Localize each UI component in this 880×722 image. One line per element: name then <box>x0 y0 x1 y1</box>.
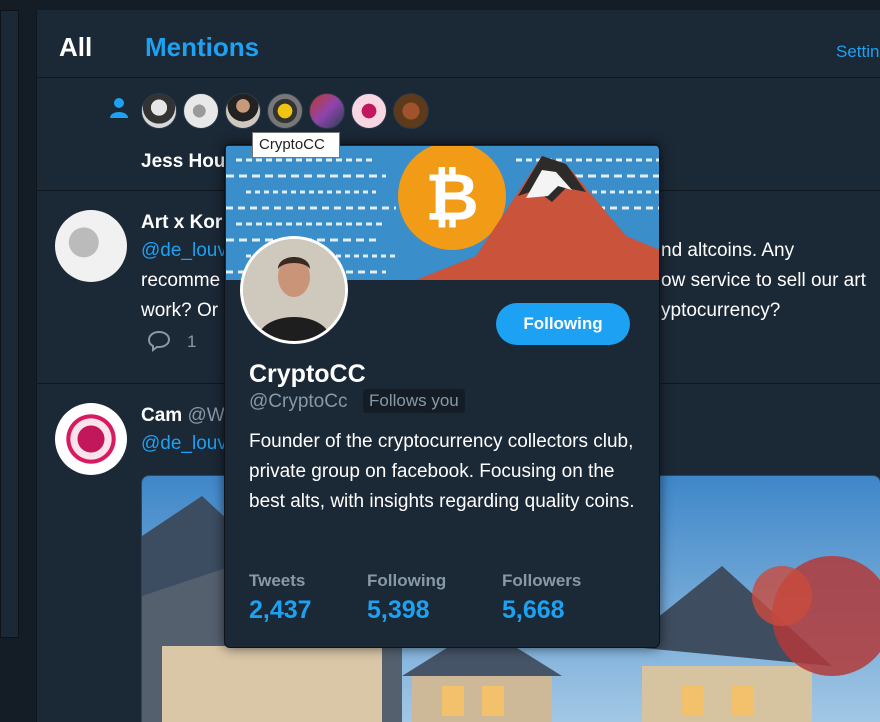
avatar[interactable] <box>309 93 345 129</box>
reply-icon[interactable] <box>147 330 171 352</box>
profile-handle[interactable]: @CryptoCc <box>249 391 347 413</box>
stat-label: Followers <box>502 571 582 590</box>
tweet-mention[interactable]: @de_louv <box>141 433 227 455</box>
tweet-text: recomme <box>141 270 221 291</box>
tab-mentions[interactable]: Mentions <box>145 32 259 63</box>
tab-all[interactable]: All <box>59 32 92 63</box>
avatar[interactable] <box>225 93 261 129</box>
reply-count: 1 <box>187 332 197 351</box>
follows-you-badge: Follows you <box>363 389 465 413</box>
stat-tweets[interactable]: Tweets 2,437 <box>249 571 312 625</box>
profile-bio: Founder of the cryptocurrency collectors… <box>249 431 635 512</box>
avatar[interactable] <box>55 403 127 475</box>
tweet-author-name[interactable]: Art x Kor <box>141 212 222 234</box>
stat-value: 5,398 <box>367 596 430 624</box>
stat-following[interactable]: Following 5,398 <box>367 571 446 625</box>
stat-value: 5,668 <box>502 596 565 624</box>
stat-label: Tweets <box>249 571 306 590</box>
svg-text:₿: ₿ <box>425 159 479 236</box>
settings-link[interactable]: Settin <box>836 42 879 62</box>
activity-user-name[interactable]: Jess Hou <box>141 151 225 173</box>
tweet-author-name[interactable]: Cam @W <box>141 405 225 427</box>
avatar[interactable] <box>267 93 303 129</box>
tweet-text: nd altcoins. Any <box>661 240 795 261</box>
profile-name[interactable]: CryptoCC <box>249 360 366 389</box>
profile-avatar[interactable] <box>240 236 348 344</box>
avatar[interactable] <box>55 210 127 282</box>
column-header: All Mentions Settin <box>37 10 880 78</box>
tweet-mention[interactable]: @de_louv <box>141 240 227 262</box>
tweet-text: yptocurrency? <box>661 300 781 321</box>
avatar[interactable] <box>141 93 177 129</box>
avatar[interactable] <box>393 93 429 129</box>
stat-value: 2,437 <box>249 596 312 624</box>
tweet-author-handle: @W <box>187 405 225 426</box>
following-button[interactable]: Following <box>496 303 630 345</box>
tweet-author-label: Cam <box>141 405 183 426</box>
person-icon <box>110 98 128 118</box>
left-column-edge <box>0 10 19 638</box>
stat-label: Following <box>367 571 447 590</box>
avatar[interactable] <box>351 93 387 129</box>
profile-hover-card: ₿ Following CryptoCC @CryptoCc Follows y… <box>224 144 660 648</box>
avatar[interactable] <box>183 93 219 129</box>
tooltip: CryptoCC <box>252 132 340 158</box>
stat-followers[interactable]: Followers 5,668 <box>502 571 581 625</box>
tweet-text: ow service to sell our art <box>661 270 866 291</box>
tweet-text: work? Or <box>141 300 219 321</box>
